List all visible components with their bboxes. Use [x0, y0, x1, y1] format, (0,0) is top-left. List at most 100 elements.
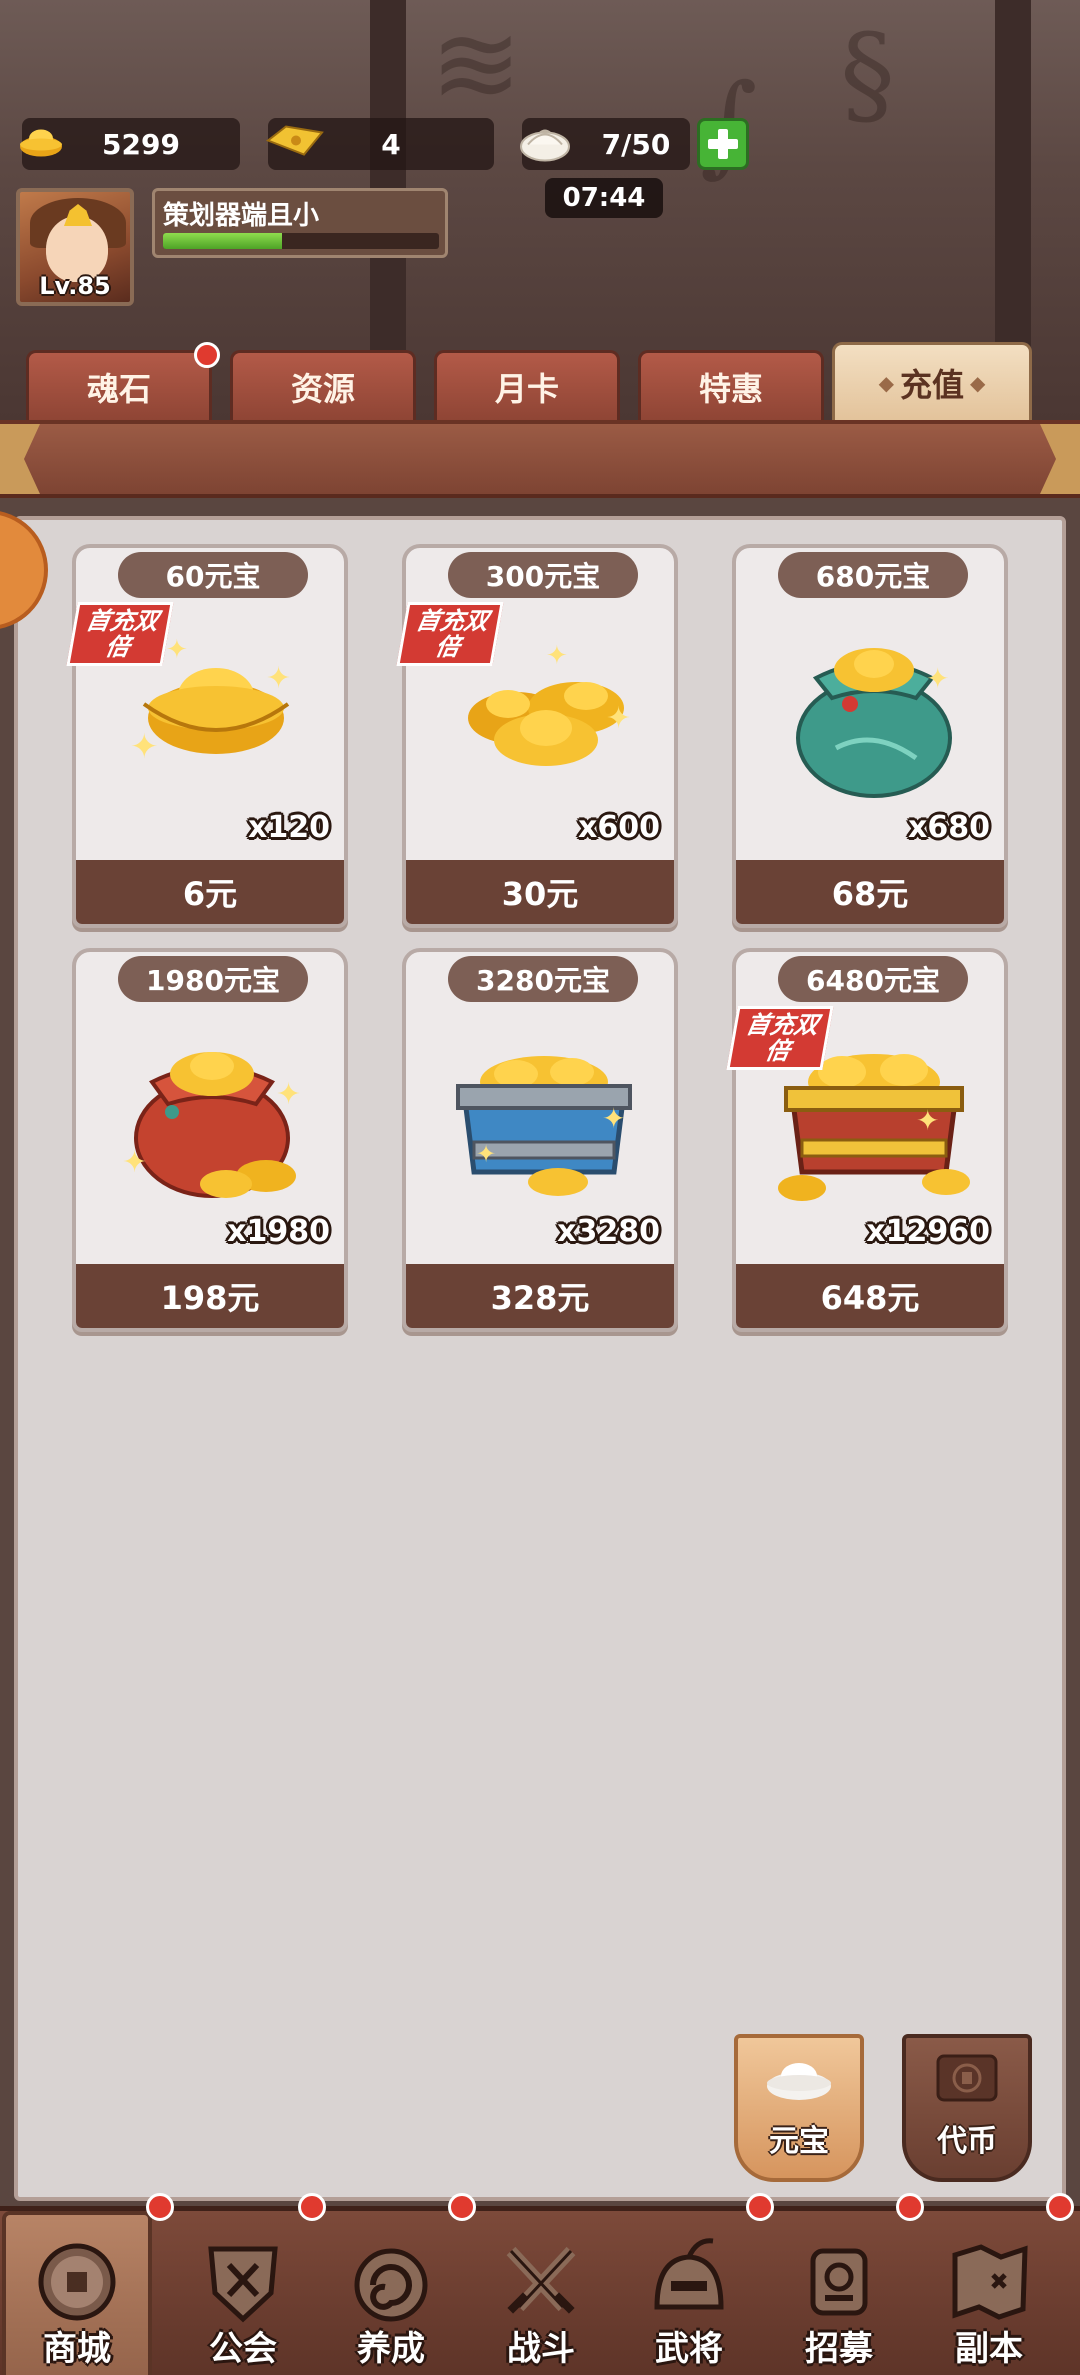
- wooden-beam: [995, 0, 1031, 360]
- price-button[interactable]: 328元: [406, 1264, 674, 1328]
- product-quantity: x120: [248, 810, 330, 845]
- bottom-navigation: 商城 公会 养成 战斗 武将 招募 副本: [0, 2193, 1080, 2375]
- xp-bar-fill: [163, 233, 282, 249]
- player-name: 策划器端且小: [163, 201, 320, 231]
- price-button[interactable]: 648元: [736, 1264, 1004, 1328]
- product-label: 680元宝: [778, 552, 968, 598]
- product-label: 60元宝: [118, 552, 308, 598]
- product-quantity: x680: [908, 810, 990, 845]
- price-button[interactable]: 68元: [736, 860, 1004, 924]
- product-quantity: x12960: [866, 1214, 990, 1249]
- svg-text:✦: ✦: [276, 1077, 301, 1112]
- first-double-badge: 首充双倍: [66, 602, 174, 666]
- tab-special-offer[interactable]: 特惠: [638, 350, 824, 420]
- svg-text:✦: ✦: [122, 1145, 147, 1180]
- player-level: Lv.85: [39, 272, 111, 300]
- product-card[interactable]: 300元宝 ✦ ✦ 首充双倍 x600 30元: [396, 544, 678, 928]
- tab-resources[interactable]: 资源: [230, 350, 416, 420]
- product-card[interactable]: 60元宝 ✦ ✦ ✦ 首充双倍 x120 6元: [66, 544, 348, 928]
- tab-label: 月卡: [494, 369, 559, 408]
- svg-text:✦: ✦: [166, 635, 188, 665]
- product-label: 300元宝: [448, 552, 638, 598]
- tab-label: 充值: [899, 365, 964, 404]
- price-button[interactable]: 198元: [76, 1264, 344, 1328]
- token-toggle[interactable]: 代币: [902, 2034, 1032, 2182]
- nav-label: 养成: [357, 2329, 425, 2369]
- stamina-counter: 7/50: [520, 118, 690, 170]
- wooden-beam: [370, 0, 406, 360]
- stamina-timer: 07:44: [545, 178, 663, 218]
- price-button[interactable]: 30元: [406, 860, 674, 924]
- ticket-value: 4: [381, 127, 401, 161]
- nav-label: 战斗: [507, 2329, 575, 2369]
- nav-shop[interactable]: 商城: [2, 2211, 152, 2375]
- scroll-token-icon: [810, 2248, 868, 2316]
- money-bag-icon: ✦ ✦: [122, 1052, 301, 1198]
- nav-label: 商城: [43, 2329, 111, 2369]
- shop-tabs: 魂石 资源 月卡 特惠 ◆ 充值 ◆: [26, 342, 1066, 422]
- swirl-icon: [354, 2248, 428, 2322]
- nav-battle[interactable]: 战斗: [466, 2211, 616, 2375]
- product-card[interactable]: 1980元宝 ✦ ✦ x1980 198元: [72, 948, 348, 1332]
- svg-text:✦: ✦: [266, 661, 291, 696]
- gold-value: 5299: [102, 127, 180, 161]
- tab-label: 特惠: [698, 369, 763, 408]
- token-label: 代币: [937, 2124, 997, 2159]
- wooden-banner: [0, 420, 1080, 498]
- diamond-decoration-icon: ◆: [970, 370, 986, 395]
- token-icon: [936, 2054, 998, 2102]
- svg-text:✦: ✦: [916, 1104, 939, 1137]
- nav-dungeon[interactable]: 副本: [914, 2211, 1064, 2375]
- svg-text:✦: ✦: [606, 701, 631, 736]
- nav-notification-dot: [1046, 2193, 1074, 2221]
- map-icon: [952, 2244, 1028, 2320]
- tab-soulstone[interactable]: 魂石: [26, 350, 212, 420]
- guild-shield-icon: [208, 2246, 278, 2323]
- product-quantity: x600: [578, 810, 660, 845]
- first-double-badge: 首充双倍: [396, 602, 504, 666]
- product-label: 1980元宝: [118, 956, 308, 1002]
- tab-monthly-card[interactable]: 月卡: [434, 350, 620, 420]
- product-label: 6480元宝: [778, 956, 968, 1002]
- tab-notification-dot: [194, 342, 220, 368]
- first-double-badge: 首充双倍: [726, 1006, 834, 1070]
- nav-recruit[interactable]: 招募: [764, 2211, 914, 2375]
- nav-generals[interactable]: 武将: [614, 2211, 764, 2375]
- product-card[interactable]: 3280元宝 ✦ ✦ x3280 328元: [402, 948, 678, 1332]
- product-card[interactable]: 680元宝 ✦ x680 68元: [732, 544, 1008, 928]
- svg-text:✦: ✦: [130, 727, 159, 767]
- banner-end-right: [1040, 424, 1080, 494]
- svg-text:✦: ✦: [546, 641, 568, 671]
- product-card[interactable]: 6480元宝 ✦ 首充双倍 x12960 648元: [726, 948, 1008, 1332]
- player-avatar[interactable]: Lv.85: [16, 188, 134, 306]
- product-quantity: x1980: [227, 1214, 330, 1249]
- add-stamina-button[interactable]: [697, 118, 749, 170]
- svg-text:✦: ✦: [476, 1140, 496, 1168]
- product-quantity: x3280: [557, 1214, 660, 1249]
- nav-label: 招募: [805, 2329, 873, 2369]
- calligraphy-decoration: §: [840, 10, 895, 138]
- calligraphy-decoration: ≋: [430, 0, 523, 128]
- treasure-chest-icon: ✦ ✦: [456, 1056, 632, 1196]
- recharge-panel: 60元宝 ✦ ✦ ✦ 首充双倍 x120 6元 300元宝 ✦ ✦ 首充双倍 x…: [14, 516, 1066, 2201]
- silver-ingot-icon: [767, 2063, 831, 2100]
- xp-bar: [163, 233, 439, 249]
- helmet-icon: [654, 2238, 724, 2310]
- tab-recharge[interactable]: ◆ 充值 ◆: [832, 342, 1032, 420]
- yuanbao-toggle[interactable]: 元宝: [734, 2034, 864, 2182]
- svg-text:✦: ✦: [926, 662, 949, 695]
- player-name-plate: 策划器端且小: [152, 188, 448, 258]
- svg-text:✦: ✦: [602, 1102, 625, 1135]
- plus-icon: [708, 129, 738, 159]
- price-button[interactable]: 6元: [76, 860, 344, 924]
- crossed-swords-icon: [506, 2246, 576, 2314]
- diamond-decoration-icon: ◆: [878, 370, 894, 395]
- tab-label: 魂石: [86, 369, 151, 408]
- yuanbao-label: 元宝: [769, 2124, 829, 2159]
- product-label: 3280元宝: [448, 956, 638, 1002]
- tab-label: 资源: [290, 369, 355, 408]
- ticket-counter: 4: [265, 118, 494, 170]
- nav-guild[interactable]: 公会: [168, 2211, 318, 2375]
- nav-develop[interactable]: 养成: [316, 2211, 466, 2375]
- money-bag-icon: ✦: [796, 648, 952, 798]
